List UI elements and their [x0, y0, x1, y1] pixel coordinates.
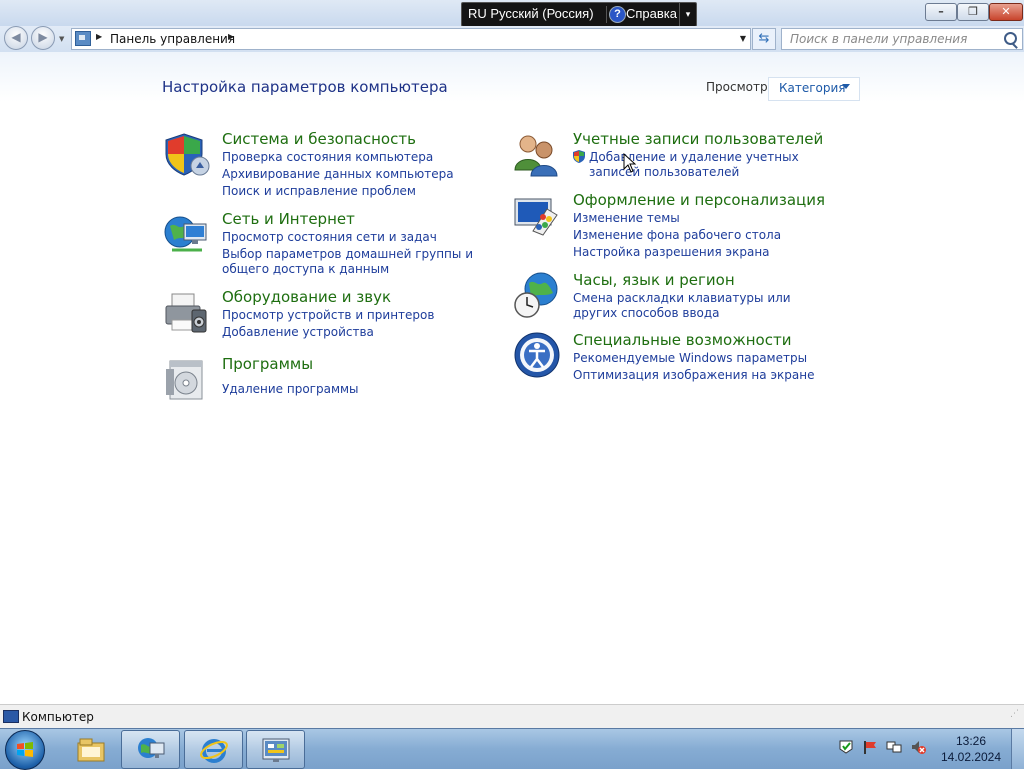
printer-icon[interactable]	[162, 288, 210, 336]
recent-pages-dropdown[interactable]: ▼	[59, 35, 64, 43]
help-icon[interactable]: ?	[609, 6, 626, 23]
link-backup[interactable]: Архивирование данных компьютера	[222, 167, 454, 182]
clock-time: 13:26	[955, 734, 987, 748]
taskbar-control-panel-button[interactable]	[246, 730, 305, 769]
category-title[interactable]: Часы, язык и регион	[573, 271, 735, 289]
explorer-icon	[77, 738, 105, 762]
forward-arrow-icon: ▶	[38, 30, 48, 44]
navigation-bar: ◀ ▶ ▼ ▶ Панель управления ▶ ▼ ⇆	[0, 26, 1024, 52]
back-arrow-icon: ◀	[11, 30, 21, 44]
address-bar[interactable]: ▶ Панель управления ▶ ▼	[71, 28, 751, 50]
restore-icon: ❐	[968, 5, 978, 18]
show-desktop-button[interactable]	[1011, 729, 1024, 769]
close-icon: ✕	[1001, 5, 1011, 18]
refresh-button[interactable]: ⇆	[752, 28, 776, 50]
view-by-value: Категория	[779, 81, 846, 95]
breadcrumb-separator-icon[interactable]: ▶	[96, 32, 102, 41]
link-troubleshoot[interactable]: Поиск и исправление проблем	[222, 184, 416, 199]
status-label: Компьютер	[22, 710, 94, 724]
control-panel-icon	[75, 31, 91, 46]
category-hardware-sound: Оборудование и звук Просмотр устройств и…	[162, 288, 502, 348]
link-devices-printers[interactable]: Просмотр устройств и принтеров	[222, 308, 434, 323]
link-uninstall-program[interactable]: Удаление программы	[222, 382, 359, 397]
windows-logo-icon	[17, 742, 33, 757]
category-title[interactable]: Программы	[222, 355, 313, 373]
category-title[interactable]: Система и безопасность	[222, 130, 416, 148]
category-ease-of-access: Специальные возможности Рекомендуемые Wi…	[513, 331, 853, 387]
link-check-status[interactable]: Проверка состояния компьютера	[222, 150, 433, 165]
language-indicator[interactable]: RU Русский (Россия)	[468, 6, 594, 21]
link-recommended-settings[interactable]: Рекомендуемые Windows параметры	[573, 351, 807, 366]
category-title[interactable]: Оформление и персонализация	[573, 191, 825, 209]
chevron-down-icon	[842, 84, 850, 89]
taskbar: 13:26 14.02.2024	[0, 728, 1024, 770]
status-bar: Компьютер ⋰	[0, 704, 1024, 729]
users-icon[interactable]	[513, 130, 561, 178]
view-by-label: Просмотр:	[706, 80, 772, 94]
control-panel-icon	[262, 738, 290, 762]
minimize-button[interactable]: –	[925, 3, 957, 21]
breadcrumb-control-panel[interactable]: Панель управления	[110, 32, 235, 46]
breadcrumb-chevron-icon[interactable]: ▶	[228, 32, 234, 41]
search-icon[interactable]	[1004, 32, 1017, 45]
uac-shield-icon	[573, 150, 585, 163]
maximize-button[interactable]: ❐	[957, 3, 989, 21]
view-by-dropdown[interactable]: Категория	[768, 77, 860, 101]
address-dropdown-icon[interactable]: ▼	[740, 34, 746, 43]
back-button[interactable]: ◀	[4, 26, 28, 50]
category-system-security: Система и безопасность Проверка состояни…	[162, 130, 502, 200]
link-screen-resolution[interactable]: Настройка разрешения экрана	[573, 245, 770, 260]
category-network-internet: Сеть и Интернет Просмотр состояния сети …	[162, 210, 502, 280]
link-network-status[interactable]: Просмотр состояния сети и задач	[222, 230, 437, 245]
category-user-accounts: Учетные записи пользователей Добавление …	[513, 130, 853, 190]
internet-explorer-icon	[200, 739, 228, 763]
link-change-background[interactable]: Изменение фона рабочего стола	[573, 228, 781, 243]
clock-globe-icon[interactable]	[513, 271, 561, 319]
link-change-theme[interactable]: Изменение темы	[573, 211, 680, 226]
category-title[interactable]: Специальные возможности	[573, 331, 791, 349]
taskbar-explorer-button[interactable]	[61, 730, 120, 769]
forward-button[interactable]: ▶	[31, 26, 55, 50]
language-bar-options-button[interactable]: ▾	[679, 3, 696, 26]
computer-icon	[3, 710, 19, 723]
refresh-icon: ⇆	[758, 31, 770, 46]
mouse-cursor-icon	[623, 153, 637, 173]
title-bar: RU Русский (Россия) ? Справка ▾ – ❐ ✕	[0, 0, 1024, 27]
security-flag-icon[interactable]	[862, 739, 878, 755]
accessibility-icon[interactable]	[513, 331, 561, 379]
page-title: Настройка параметров компьютера	[162, 78, 448, 96]
action-center-icon[interactable]	[838, 739, 854, 755]
category-clock-language-region: Часы, язык и регион Смена раскладки клав…	[513, 271, 853, 327]
network-monitor-icon	[138, 738, 165, 758]
category-title[interactable]: Сеть и Интернет	[222, 210, 355, 228]
control-panel-content: Настройка параметров компьютера Просмотр…	[0, 52, 1024, 704]
taskbar-network-button[interactable]	[121, 730, 180, 769]
link-change-keyboard[interactable]: Смена раскладки клавиатуры или других сп…	[573, 291, 813, 321]
category-title[interactable]: Учетные записи пользователей	[573, 130, 823, 148]
network-icon[interactable]	[886, 739, 902, 755]
search-input[interactable]	[788, 31, 997, 47]
resize-grip-icon[interactable]: ⋰	[1010, 709, 1022, 725]
network-globe-icon[interactable]	[162, 210, 210, 258]
link-optimize-display[interactable]: Оптимизация изображения на экране	[573, 368, 814, 383]
close-button[interactable]: ✕	[989, 3, 1023, 21]
divider	[606, 6, 607, 23]
system-clock[interactable]: 13:26 14.02.2024	[936, 733, 1006, 765]
search-box[interactable]	[781, 28, 1023, 50]
link-add-device[interactable]: Добавление устройства	[222, 325, 374, 340]
clock-date: 14.02.2024	[940, 750, 1002, 764]
shield-icon[interactable]	[162, 130, 210, 178]
link-homegroup[interactable]: Выбор параметров домашней группы и общег…	[222, 247, 497, 277]
personalization-icon[interactable]	[513, 191, 561, 239]
programs-icon[interactable]	[162, 355, 210, 403]
category-programs: Программы Удаление программы	[162, 355, 502, 405]
volume-muted-icon[interactable]	[910, 739, 926, 755]
language-bar[interactable]: RU Русский (Россия) ? Справка ▾	[461, 2, 697, 27]
category-title[interactable]: Оборудование и звук	[222, 288, 391, 306]
help-button[interactable]: Справка	[626, 6, 677, 21]
taskbar-internet-explorer-button[interactable]	[184, 730, 243, 769]
start-button[interactable]	[5, 730, 45, 770]
category-appearance-personalization: Оформление и персонализация Изменение те…	[513, 191, 853, 261]
minimize-icon: –	[938, 5, 944, 18]
